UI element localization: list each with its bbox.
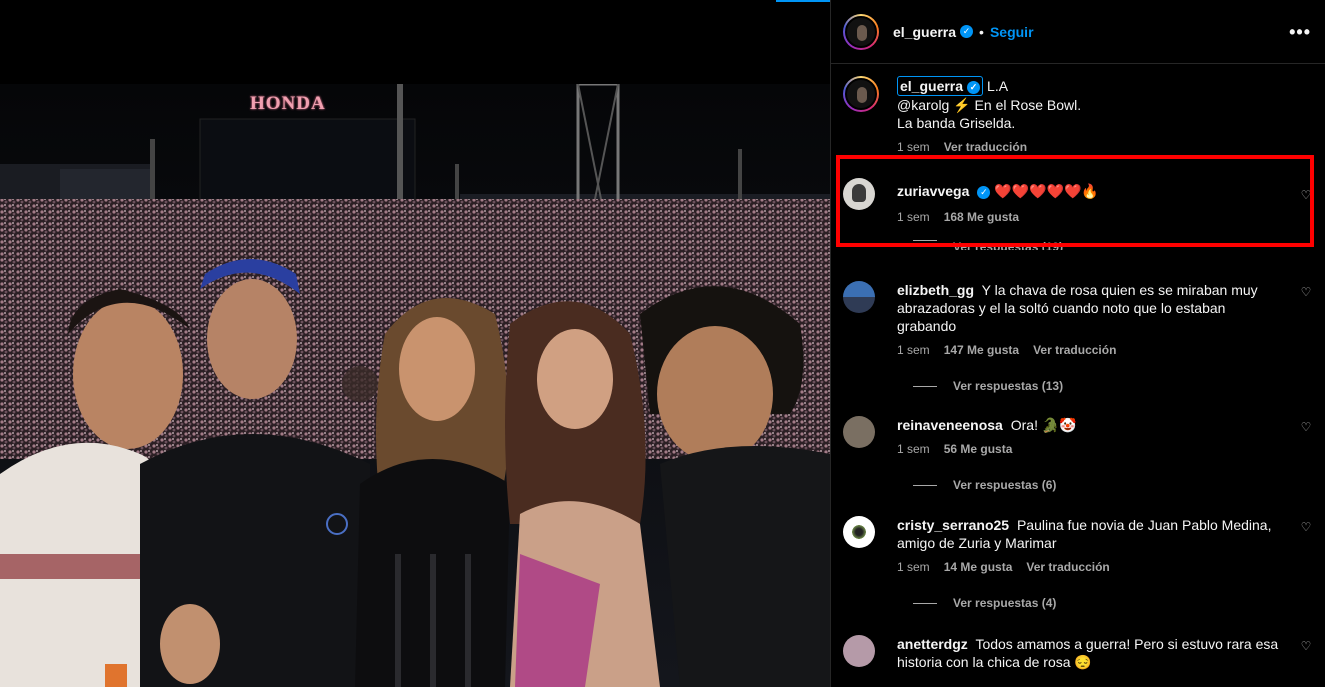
translate-link[interactable]: Ver traducción <box>1026 560 1109 574</box>
concert-selfie-image <box>0 84 830 687</box>
view-replies[interactable]: Ver respuestas (4) <box>913 596 1313 610</box>
caption-meta: 1 sem Ver traducción <box>897 140 1313 154</box>
author-username[interactable]: el_guerra <box>893 24 956 40</box>
comments-pane: el_guerra ✓ • Seguir ••• el_guerra ✓ L.A @… <box>830 0 1325 687</box>
commenter-avatar[interactable] <box>843 281 875 313</box>
comment-likes[interactable]: 147 Me gusta <box>944 343 1019 357</box>
caption-time[interactable]: 1 sem <box>897 140 930 154</box>
caption-suffix: L.A <box>987 78 1009 94</box>
post-photo[interactable] <box>0 84 830 687</box>
heart-icon[interactable]: ♡ <box>1299 420 1313 434</box>
comment-cristy-serrano25: cristy_serrano25 Paulina fue novia de Ju… <box>843 516 1313 610</box>
translate-link[interactable]: Ver traducción <box>1033 343 1116 357</box>
replies-line <box>913 484 937 486</box>
replies-label[interactable]: Ver respuestas (6) <box>953 478 1056 492</box>
comment-likes[interactable]: 14 Me gusta <box>944 560 1013 574</box>
heart-icon[interactable]: ♡ <box>1299 285 1313 299</box>
comment-username[interactable]: reinaveneenosa <box>897 417 1003 433</box>
more-options-icon[interactable]: ••• <box>1289 22 1311 43</box>
comment-username[interactable]: cristy_serrano25 <box>897 517 1009 533</box>
verified-badge-icon: ✓ <box>967 80 981 94</box>
photo-top-strip <box>0 0 830 84</box>
caption-line-2: @karolg ⚡ En el Rose Bowl. <box>897 97 1082 113</box>
comment-time[interactable]: 1 sem <box>897 560 930 574</box>
comment-username[interactable]: anetterdgz <box>897 636 968 652</box>
author-avatar[interactable] <box>843 13 879 50</box>
view-replies[interactable]: Ver respuestas (13) <box>913 379 1313 393</box>
heart-icon[interactable]: ♡ <box>1299 520 1313 534</box>
comment-time[interactable]: 1 sem <box>897 343 930 357</box>
replies-label[interactable]: Ver respuestas (4) <box>953 596 1056 610</box>
replies-line <box>913 602 937 604</box>
commenter-avatar[interactable] <box>843 516 875 548</box>
top-progress-indicator <box>776 0 830 2</box>
commenter-avatar[interactable] <box>843 416 875 448</box>
comment-likes[interactable]: 56 Me gusta <box>944 442 1013 456</box>
highlight-box <box>836 155 1314 247</box>
view-replies[interactable]: Ver respuestas (6) <box>913 478 1313 492</box>
caption-text: el_guerra ✓ L.A @karolg ⚡ En el Rose Bowl.… <box>897 76 1287 132</box>
caption-username[interactable]: el_guerra ✓ <box>897 76 984 96</box>
comment-anetterdgz: anetterdgz Todos amamos a guerra! Pero s… <box>843 635 1313 671</box>
verified-badge-icon: ✓ <box>960 25 974 38</box>
caption-avatar[interactable] <box>843 76 879 112</box>
translate-link[interactable]: Ver traducción <box>944 140 1027 154</box>
replies-line <box>913 385 937 387</box>
comment-reinaveneenosa: reinaveneenosa Ora! 🐊🤡 1 sem 56 Me gusta… <box>843 416 1313 492</box>
comment-username[interactable]: elizbeth_gg <box>897 282 974 298</box>
post-header: el_guerra ✓ • Seguir ••• <box>831 0 1325 64</box>
honda-sign: HONDA <box>250 93 326 114</box>
caption-line-3: La banda Griselda. <box>897 115 1016 131</box>
post-caption: el_guerra ✓ L.A @karolg ⚡ En el Rose Bowl.… <box>843 76 1313 154</box>
replies-label[interactable]: Ver respuestas (13) <box>953 379 1063 393</box>
separator-dot: • <box>979 23 984 40</box>
commenter-avatar[interactable] <box>843 635 875 667</box>
comment-text: Ora! 🐊🤡 <box>1010 417 1077 433</box>
comment-time[interactable]: 1 sem <box>897 442 930 456</box>
comment-elizbeth-gg: elizbeth_gg Y la chava de rosa quien es … <box>843 281 1313 393</box>
follow-button[interactable]: Seguir <box>990 24 1034 40</box>
post-photo-pane: HONDA <box>0 0 830 687</box>
heart-icon[interactable]: ♡ <box>1299 639 1313 653</box>
